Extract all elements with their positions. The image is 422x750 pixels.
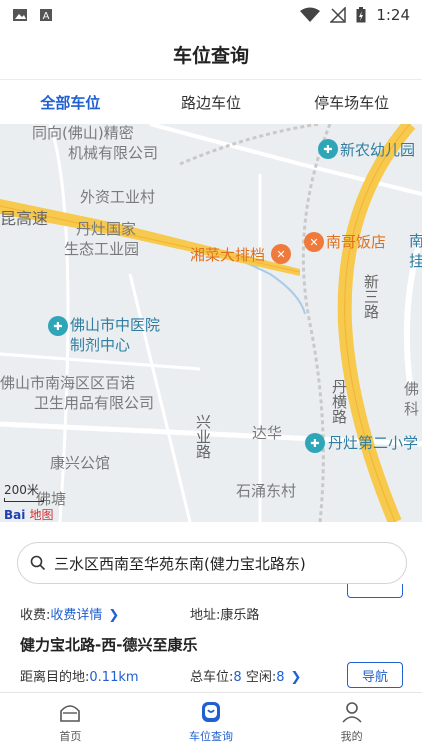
distance-row: 距离目的地:0.11km bbox=[20, 666, 139, 685]
school-poi-icon[interactable]: ✚ bbox=[305, 433, 325, 453]
map-label-tongxiang: 同向(佛山)精密 bbox=[32, 124, 134, 142]
baidu-logo-text: Bai bbox=[4, 508, 26, 522]
map-scale: 200米 bbox=[4, 483, 39, 497]
tab-parking-lot-spaces[interactable]: 停车场车位 bbox=[281, 92, 422, 113]
map-label-school: 丹灶第二小学 bbox=[328, 434, 419, 452]
nav-label-mine: 我的 bbox=[340, 730, 363, 743]
home-icon bbox=[60, 705, 81, 722]
battery-charging-icon bbox=[356, 7, 366, 23]
total-label: 总车位: bbox=[190, 670, 234, 685]
free-label: 空闲: bbox=[245, 670, 277, 685]
map-label-bainuo-1: 佛山市南海区区百诺 bbox=[0, 374, 136, 392]
tab-bar: 全部车位 路边车位 停车场车位 bbox=[0, 80, 422, 124]
baidu-logo-map: 地图 bbox=[29, 508, 54, 522]
search-input[interactable]: 三水区西南至华苑东南(健力宝北路东) bbox=[17, 542, 407, 584]
wifi-icon bbox=[300, 7, 321, 22]
fee-detail-link[interactable]: 收费详情 bbox=[50, 608, 102, 623]
distance-value: 0.11km bbox=[89, 670, 139, 685]
map-label-xiangcai: 湘菜大排档 bbox=[190, 246, 266, 264]
search-value: 三水区西南至华苑东南(健力宝北路东) bbox=[54, 554, 306, 573]
map-label-danheng-road: 丹横路 bbox=[330, 379, 348, 424]
nav-item-home[interactable]: 首页 bbox=[0, 693, 141, 750]
map-label-kindergarten: 新农幼儿园 bbox=[340, 141, 416, 159]
status-bar: A 1:24 bbox=[0, 0, 422, 30]
baidu-logo: Bai 地图 bbox=[4, 506, 54, 522]
search-icon bbox=[30, 555, 46, 571]
map-label-right-edge-2: 挂 bbox=[409, 252, 422, 270]
map-scale-bar bbox=[4, 498, 44, 502]
map-label-foreign-industry: 外资工业村 bbox=[80, 188, 156, 206]
map-label-danzao-park-1: 丹灶国家 bbox=[76, 220, 137, 238]
clock-time: 1:24 bbox=[376, 6, 410, 24]
map-label-nange: 南哥饭店 bbox=[326, 233, 387, 251]
map-label-danzao-park-2: 生态工业园 bbox=[64, 240, 140, 258]
tab-all-spaces[interactable]: 全部车位 bbox=[0, 92, 141, 113]
restaurant-poi-icon[interactable]: ✕ bbox=[271, 244, 291, 264]
spaces-row[interactable]: 总车位:8 空闲:8 ❯ bbox=[190, 666, 301, 685]
fee-label: 收费: bbox=[20, 608, 51, 623]
tab-roadside-spaces[interactable]: 路边车位 bbox=[141, 92, 282, 113]
app-header: 车位查询 bbox=[0, 30, 422, 80]
map-label-xingye-road: 兴业路 bbox=[194, 414, 212, 459]
nav-item-parking-query[interactable]: 车位查询 bbox=[141, 693, 282, 750]
map-label-xinsan-road: 新三路 bbox=[362, 274, 380, 319]
parking-title[interactable]: 健力宝北路-西-德兴至康乐 bbox=[20, 634, 197, 655]
svg-text:A: A bbox=[43, 11, 50, 22]
map-label-kangxing: 康兴公馆 bbox=[50, 454, 111, 472]
distance-label: 距离目的地: bbox=[20, 670, 90, 685]
parking-query-icon bbox=[202, 702, 220, 722]
text-a-icon: A bbox=[40, 9, 52, 22]
bottom-navigation: 首页 车位查询 我的 bbox=[0, 692, 422, 750]
nav-label-parking-query: 车位查询 bbox=[189, 730, 233, 743]
nav-label-home: 首页 bbox=[59, 730, 82, 743]
map-label-right-ke: 科 bbox=[404, 400, 420, 418]
map-label-shiyong: 石涌东村 bbox=[236, 482, 297, 500]
map-label-right-fo: 佛 bbox=[404, 380, 420, 398]
map-label-highway: 昆高速 bbox=[0, 209, 49, 228]
hospital-poi-icon[interactable]: ✚ bbox=[48, 316, 68, 336]
page-title: 车位查询 bbox=[172, 45, 249, 67]
chevron-right-icon[interactable]: ❯ bbox=[290, 670, 301, 685]
restaurant-poi-icon[interactable]: ✕ bbox=[304, 232, 324, 252]
previous-nav-button[interactable] bbox=[347, 584, 403, 598]
map-label-right-edge-1: 南 bbox=[409, 232, 422, 250]
total-value: 8 bbox=[233, 670, 242, 685]
map-label-bainuo-2: 卫生用品有限公司 bbox=[34, 394, 155, 412]
image-icon bbox=[13, 9, 27, 21]
chevron-right-icon[interactable]: ❯ bbox=[108, 608, 119, 623]
navigate-button[interactable]: 导航 bbox=[347, 662, 403, 688]
map-view[interactable]: 同向(佛山)精密 机械有限公司 ✚ 新农幼儿园 外资工业村 昆高速 丹灶国家 生… bbox=[0, 124, 422, 522]
kindergarten-poi-icon[interactable]: ✚ bbox=[318, 139, 338, 159]
free-value: 8 bbox=[276, 670, 285, 685]
fee-row: 收费:收费详情 ❯ bbox=[20, 604, 119, 623]
address-row: 地址:康乐路 bbox=[190, 608, 260, 623]
nav-item-mine[interactable]: 我的 bbox=[281, 693, 422, 750]
user-icon bbox=[342, 702, 362, 723]
map-label-hospital-1: 佛山市中医院 bbox=[70, 316, 161, 334]
no-signal-icon bbox=[330, 7, 347, 23]
map-label-machinery: 机械有限公司 bbox=[68, 144, 159, 162]
map-label-hospital-2: 制剂中心 bbox=[70, 336, 131, 354]
map-label-dahua: 达华 bbox=[252, 424, 283, 442]
